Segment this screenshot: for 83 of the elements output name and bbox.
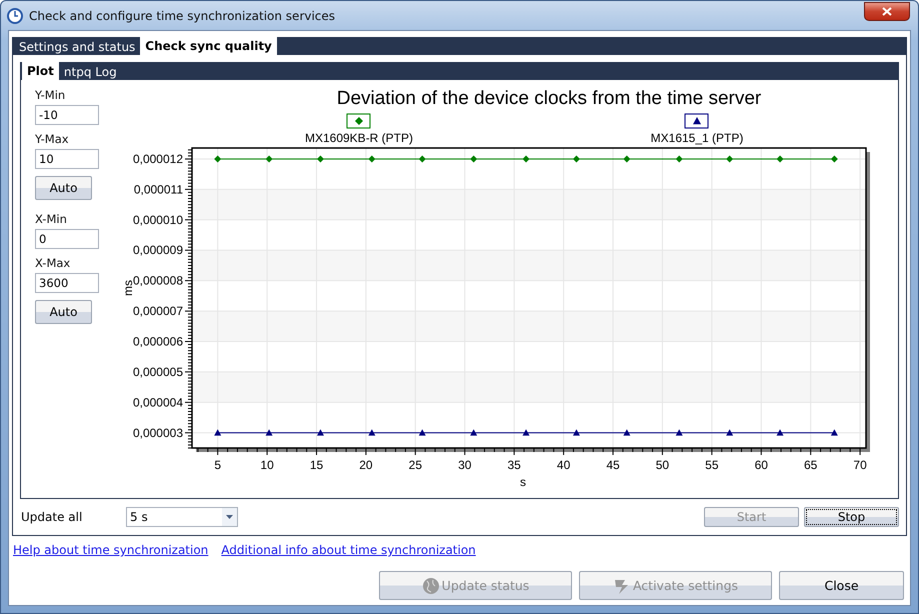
data-point [572,429,580,436]
data-point [830,429,838,436]
close-button[interactable] [864,2,910,21]
data-point [316,429,324,436]
field-label: X-Min [35,212,68,226]
run-button[interactable]: Stop [804,507,899,527]
data-point [266,429,273,436]
data-point [522,155,530,162]
axis-tick-label: 60 [754,458,768,472]
axis-tick-label: 10 [260,458,274,472]
axis-tick-label: 30 [458,458,472,472]
axis-tick-label: 0,000003 [132,426,183,440]
axis-tick-label: 0,000010 [132,212,183,227]
data-point [676,155,683,162]
axis-label: s [520,475,526,489]
field-label: Update all [20,510,84,524]
axis-tick-label: 45 [606,458,620,472]
axis-tick-label: 0,000008 [132,274,183,288]
data-point [572,155,580,162]
chart-title: Deviation of the device clocks from the time server [336,88,762,109]
axis-tick-label: 70 [853,458,867,472]
axis-tick-label: 0,000012 [132,152,183,166]
clock-icon [7,8,23,24]
data-point [418,155,426,162]
window-title: Check and configure time synchronization services [29,8,336,22]
caret-icon [226,515,233,519]
axis-tick-label: 5 [214,458,222,472]
axis-label: ms [122,280,135,296]
field-label: Y-Max [35,132,70,146]
data-point [266,155,273,162]
auto-button[interactable]: Auto [35,300,92,324]
axis-tick-label: 0,000005 [132,364,183,379]
input-field[interactable]: -10 [35,105,99,125]
data-point [623,429,630,436]
axis-tick-label: 20 [359,458,373,472]
auto-button[interactable]: Auto [35,176,92,200]
data-point [214,155,222,162]
dialog-button[interactable]: Close [779,571,904,600]
data-point [726,429,734,436]
globe-icon [422,576,440,594]
help-link[interactable]: Help about time synchronization [13,543,208,563]
interval-dropdown[interactable]: 5 s [126,507,238,527]
axis-tick-label: 65 [804,458,818,472]
data-point [418,429,426,436]
tab[interactable]: Settings and status [14,39,140,55]
legend-marker-icon [346,114,370,128]
data-point [776,155,784,162]
data-point [830,155,838,162]
axis-tick-label: 35 [508,458,521,472]
data-point [676,429,683,436]
help-link[interactable]: Additional info about time synchronization [221,543,476,563]
axis-tick-label: 40 [556,458,570,472]
data-point [470,429,478,436]
tab[interactable]: Plot [22,62,59,80]
data-point [623,155,630,162]
axis-tick-label: 0,000007 [132,304,183,318]
data-point [470,155,478,162]
axis-tick-label: 15 [310,458,324,472]
field-label: Y-Min [35,88,66,102]
axis-tick-label: 0,000006 [132,334,183,348]
axis-tick-label: 50 [656,458,670,472]
data-point [368,429,376,436]
data-point [776,429,784,436]
axis-tick-label: 25 [408,458,422,472]
legend-label: MX1615_1 (PTP) [650,131,744,145]
data-point [368,155,376,162]
close-icon [882,7,892,16]
legend-marker-icon [684,114,708,128]
field-label: X-Max [35,256,72,270]
data-point [522,429,530,436]
data-point [214,429,222,436]
data-point [726,155,734,162]
axis-tick-label: 0,000009 [132,243,183,258]
axis-tick-label: 0,000004 [132,395,183,410]
axis-tick-label: 55 [705,458,718,472]
input-field[interactable]: 0 [35,229,99,249]
tab[interactable]: ntpq Log [58,64,122,80]
input-field[interactable]: 3600 [35,273,99,293]
legend-label: MX1609KB-R (PTP) [304,131,414,145]
tab[interactable]: Check sync quality [140,37,277,55]
data-point [316,155,324,162]
axis-tick-label: 0,000011 [134,182,183,196]
input-field[interactable]: 10 [35,149,99,169]
